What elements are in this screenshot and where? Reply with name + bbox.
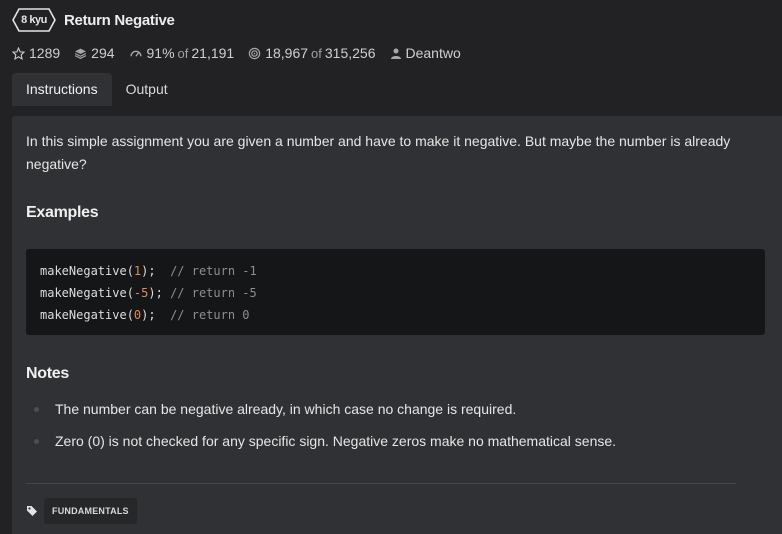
- code-punctuation: );: [141, 264, 171, 278]
- user-icon: [390, 48, 401, 59]
- tab-instructions[interactable]: Instructions: [12, 73, 112, 106]
- gauge-icon: [129, 50, 142, 57]
- satisfaction-stat: 91% of 21,191: [129, 45, 235, 61]
- stars-count: 1289: [29, 45, 61, 61]
- satisfaction-percent: 91%: [146, 45, 175, 61]
- code-line: makeNegative(1); // return -1: [40, 260, 751, 282]
- of-label: of: [177, 45, 189, 61]
- bullet-icon: [34, 439, 39, 444]
- author-name: Deantwo: [405, 45, 461, 61]
- attempts-count: 315,256: [324, 45, 376, 61]
- tab-output[interactable]: Output: [112, 73, 182, 106]
- author-stat[interactable]: Deantwo: [390, 45, 461, 61]
- code-comment: // return -1: [170, 264, 257, 278]
- stars-stat[interactable]: 1289: [12, 45, 60, 61]
- stack-icon: [74, 48, 87, 59]
- note-text: The number can be negative already, in w…: [55, 401, 517, 417]
- star-icon: [12, 46, 25, 60]
- note-text: Zero (0) is not checked for any specific…: [55, 433, 617, 449]
- description-panel: In this simple assignment you are given …: [12, 116, 782, 534]
- of-label: of: [311, 45, 322, 61]
- code-function: makeNegative(: [40, 308, 134, 322]
- notes-heading: Notes: [26, 365, 69, 382]
- code-number: -5: [133, 286, 149, 300]
- code-line: makeNegative(0); // return 0: [40, 304, 751, 326]
- tab-bar: Instructions Output: [12, 73, 182, 106]
- code-function: makeNegative(: [40, 286, 134, 300]
- notes-list: The number can be negative already, in w…: [26, 397, 766, 461]
- code-comment: // return 0: [170, 308, 250, 322]
- list-item: Zero (0) is not checked for any specific…: [26, 429, 766, 461]
- completed-stat: 18,967 of 315,256: [248, 45, 376, 61]
- kata-title: Return Negative: [64, 11, 175, 29]
- divider: [26, 483, 736, 484]
- target-icon: [248, 47, 261, 59]
- kata-header: 8 kyu Return Negative: [12, 7, 175, 33]
- tag-icon: [27, 506, 37, 516]
- rank-label: 8 kyu: [21, 14, 47, 26]
- code-punctuation: );: [148, 286, 171, 300]
- code-function: makeNegative(: [40, 264, 134, 278]
- code-punctuation: );: [141, 308, 171, 322]
- tag-fundamentals[interactable]: FUNDAMENTALS: [44, 498, 137, 524]
- rank-badge[interactable]: 8 kyu: [12, 8, 56, 32]
- completed-count: 18,967: [265, 45, 309, 61]
- collections-count: 294: [91, 45, 115, 61]
- kata-stats: 1289 294 91% of 21,191 18,967 of 315,256: [12, 43, 475, 63]
- code-block: makeNegative(1); // return -1 makeNegativ…: [26, 249, 765, 335]
- tags-row: FUNDAMENTALS: [26, 498, 137, 524]
- description-intro: In this simple assignment you are given …: [26, 133, 731, 172]
- bullet-icon: [34, 407, 39, 412]
- examples-heading: Examples: [26, 204, 99, 221]
- code-comment: // return -5: [170, 286, 257, 300]
- code-line: makeNegative(-5); // return -5: [40, 282, 751, 304]
- list-item: The number can be negative already, in w…: [26, 397, 766, 429]
- votes-count: 21,191: [191, 45, 235, 61]
- collections-stat[interactable]: 294: [74, 45, 115, 61]
